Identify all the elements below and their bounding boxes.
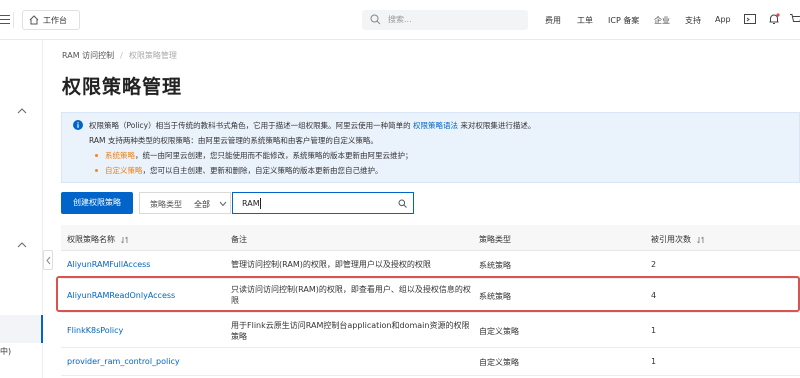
chevron-down-icon <box>219 201 227 207</box>
top-navbar: 工作台 搜索... 费用 工单 ICP 备案 企业 支持 App <box>0 0 800 40</box>
policy-note: 用于Flink云原生访问RAM控制台application和domain资源的权… <box>231 321 470 341</box>
chevron-up-icon[interactable] <box>17 241 27 249</box>
sidebar-item-selected[interactable] <box>0 315 43 343</box>
column-header-count[interactable]: 被引用次数 <box>651 234 705 245</box>
policy-search-input[interactable]: RAM <box>232 192 414 214</box>
notice-bullet-custom: 自定义策略，您可以自主创建、更新和删除，自定义策略的版本更新由您自己维护。 <box>105 166 383 175</box>
bullet-dot <box>95 169 98 172</box>
reference-count: 1 <box>651 357 657 366</box>
column-header-note: 备注 <box>231 235 247 244</box>
workspace-label: 工作台 <box>43 16 67 25</box>
table-row: AliyunRAMFullAccess 管理访问控制(RAM)的权限，即管理用户… <box>61 251 800 279</box>
notice-line-2: RAM 支持两种类型的权限策略：由阿里云管理的系统策略和由客户管理的自定义策略。 <box>89 136 378 145</box>
search-placeholder: 搜索... <box>388 15 412 24</box>
table-row: provider_ram_control_policy 自定义策略 1 <box>61 348 800 376</box>
table-header: 权限策略名称 备注 策略类型 被引用次数 <box>61 225 800 251</box>
policy-type: 自定义策略 <box>479 358 519 367</box>
reference-count: 2 <box>651 260 657 269</box>
create-policy-button[interactable]: 创建权限策略 <box>61 192 133 214</box>
nav-link-tickets[interactable]: 工单 <box>577 15 593 26</box>
info-icon <box>73 120 83 130</box>
filter-selected-value: 全部 <box>194 200 210 209</box>
left-sidebar: 中) <box>0 40 43 378</box>
breadcrumb-current: 权限策略管理 <box>128 51 177 60</box>
menu-icon[interactable] <box>0 12 14 28</box>
policy-name-link[interactable]: AliyunRAMFullAccess <box>67 260 150 269</box>
page-title: 权限策略管理 <box>62 76 183 98</box>
policy-name-link[interactable]: FlinkK8sPolicy <box>67 326 123 335</box>
search-icon <box>370 14 381 25</box>
cart-icon[interactable] <box>789 12 800 26</box>
sort-icon[interactable] <box>120 236 129 244</box>
policy-syntax-link[interactable]: 权限策略语法 <box>413 121 458 130</box>
search-icon[interactable] <box>398 199 407 208</box>
home-icon <box>29 15 39 25</box>
text-caret <box>260 198 261 209</box>
bullet-dot <box>95 154 98 157</box>
row-highlight-annotation <box>56 276 800 312</box>
nav-link-app[interactable]: App <box>715 15 731 24</box>
policy-name-link[interactable]: provider_ram_control_policy <box>67 357 180 366</box>
workspace-button[interactable]: 工作台 <box>22 10 80 30</box>
search-value: RAM <box>242 199 260 208</box>
notice-line-1: 权限策略（Policy）相当于传统的教科书式角色，它用于描述一组权限集。阿里云使… <box>89 121 536 130</box>
reference-count: 1 <box>651 326 657 335</box>
global-search-input[interactable]: 搜索... <box>362 10 528 30</box>
info-notice: 权限策略（Policy）相当于传统的教科书式角色，它用于描述一组权限集。阿里云使… <box>61 112 800 183</box>
nav-link-billing[interactable]: 费用 <box>545 15 561 26</box>
chevron-up-icon[interactable] <box>17 107 27 115</box>
breadcrumb-parent[interactable]: RAM 访问控制 <box>62 51 114 60</box>
sort-icon[interactable] <box>696 236 705 244</box>
column-header-type: 策略类型 <box>479 235 511 244</box>
sidebar-item-label[interactable]: 中) <box>0 346 11 357</box>
chevron-left-icon <box>46 256 51 265</box>
policy-note: 管理访问控制(RAM)的权限，即管理用户以及授权的权限 <box>231 260 431 269</box>
bell-icon[interactable] <box>767 12 781 26</box>
filter-key-label: 策略类型 <box>150 200 182 209</box>
terminal-icon[interactable] <box>743 12 757 26</box>
nav-link-enterprise[interactable]: 企业 <box>654 15 670 26</box>
policy-type: 系统策略 <box>479 261 511 270</box>
breadcrumb: RAM 访问控制 / 权限策略管理 <box>62 51 177 60</box>
nav-link-icp[interactable]: ICP 备案 <box>608 15 639 26</box>
notice-bullet-system: 系统策略，统一由阿里云创建，您只能使用而不能修改，系统策略的版本更新由阿里云维护… <box>105 151 413 160</box>
policy-type: 自定义策略 <box>479 327 519 336</box>
policy-type-select[interactable]: 策略类型 全部 <box>139 192 231 214</box>
column-header-name[interactable]: 权限策略名称 <box>67 234 129 245</box>
table-row: FlinkK8sPolicy 用于Flink云原生访问RAM控制台applica… <box>61 313 800 348</box>
nav-link-support[interactable]: 支持 <box>685 15 701 26</box>
sidebar-collapse-handle[interactable] <box>43 250 53 270</box>
